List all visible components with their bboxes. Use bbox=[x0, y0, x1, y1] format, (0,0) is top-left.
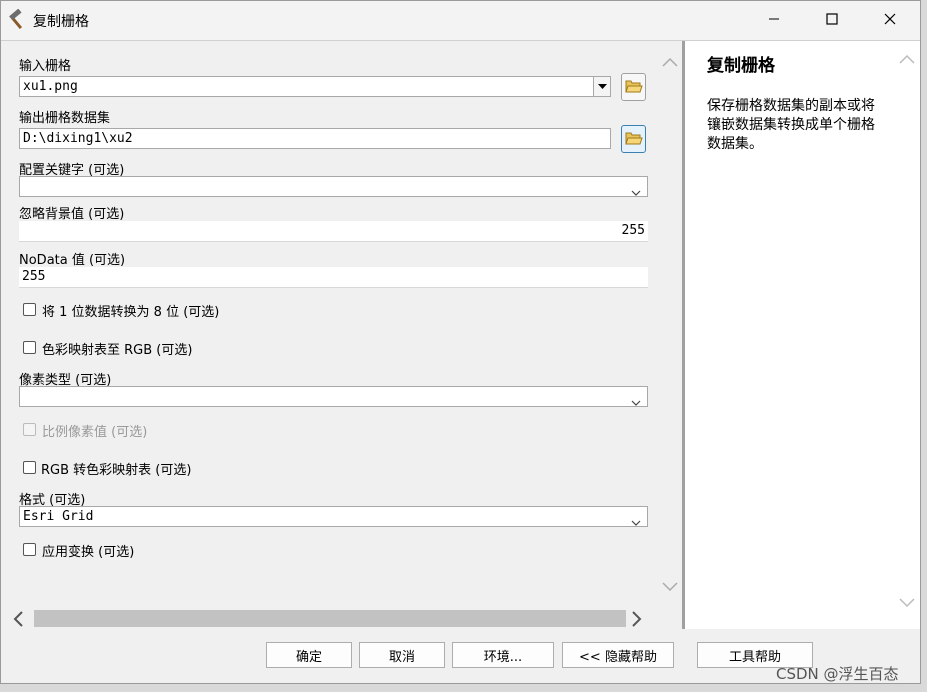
minimize-icon bbox=[768, 13, 780, 29]
scroll-right-icon[interactable] bbox=[632, 611, 642, 631]
watermark: CSDN @浮生百态 bbox=[776, 665, 899, 683]
input-raster-label: 输入栅格 bbox=[19, 59, 72, 74]
format-select[interactable]: Esri Grid bbox=[19, 506, 648, 527]
horizontal-scroll-thumb[interactable] bbox=[34, 610, 626, 627]
dialog-window: 复制栅格 输入栅格 xu1.png 输出栅格数据集 D:\dixing1\xu2… bbox=[0, 0, 921, 684]
nodata-label: NoData 值 (可选) bbox=[19, 253, 126, 268]
scroll-down-icon[interactable] bbox=[899, 597, 915, 612]
hammer-icon bbox=[6, 8, 28, 31]
output-dataset-input[interactable]: D:\dixing1\xu2 bbox=[19, 128, 611, 149]
close-icon bbox=[884, 13, 896, 29]
scale-pixel-label: 比例像素值 (可选) bbox=[42, 425, 148, 440]
help-pane: 复制栅格 保存栅格数据集的副本或将镶嵌数据集转换成单个栅格数据集。 bbox=[685, 41, 920, 629]
ignore-background-input[interactable]: 255 bbox=[19, 221, 648, 242]
input-raster-browse-button[interactable] bbox=[621, 73, 646, 101]
pixel-type-select[interactable] bbox=[19, 386, 648, 407]
scroll-left-icon[interactable] bbox=[13, 611, 23, 631]
input-raster-combo[interactable]: xu1.png bbox=[19, 76, 611, 97]
scroll-up-icon[interactable] bbox=[662, 56, 678, 71]
chevron-down-icon bbox=[631, 513, 641, 526]
vertical-scrollbar[interactable] bbox=[659, 41, 681, 606]
close-button[interactable] bbox=[861, 1, 919, 40]
folder-icon bbox=[624, 130, 643, 149]
apply-transform-checkbox[interactable] bbox=[23, 543, 36, 556]
ignore-background-label: 忽略背景值 (可选) bbox=[19, 207, 125, 222]
output-dataset-browse-button[interactable] bbox=[621, 125, 646, 153]
output-dataset-label: 输出栅格数据集 bbox=[19, 111, 111, 126]
input-raster-value: xu1.png bbox=[23, 79, 78, 94]
maximize-icon bbox=[826, 12, 838, 29]
chevron-down-icon bbox=[631, 183, 641, 196]
convert-1bit-label: 将 1 位数据转换为 8 位 (可选) bbox=[42, 305, 220, 320]
folder-icon bbox=[624, 78, 643, 97]
ok-button[interactable]: 确定 bbox=[266, 642, 352, 668]
scroll-up-icon[interactable] bbox=[899, 53, 915, 68]
title-bar: 复制栅格 bbox=[1, 1, 920, 41]
dropdown-arrow-icon[interactable] bbox=[593, 77, 610, 96]
rgb-to-colormap-label: RGB 转色彩映射表 (可选) bbox=[41, 463, 192, 478]
parameters-pane: 输入栅格 xu1.png 输出栅格数据集 D:\dixing1\xu2 配置关键… bbox=[1, 41, 681, 629]
window-title: 复制栅格 bbox=[33, 14, 89, 30]
config-keyword-select[interactable] bbox=[19, 176, 648, 197]
rgb-to-colormap-checkbox[interactable] bbox=[23, 461, 36, 474]
nodata-input[interactable]: 255 bbox=[19, 267, 648, 288]
apply-transform-label: 应用变换 (可选) bbox=[42, 545, 135, 560]
cancel-button[interactable]: 取消 bbox=[359, 642, 445, 668]
maximize-button[interactable] bbox=[803, 1, 861, 40]
scroll-down-icon[interactable] bbox=[662, 581, 678, 596]
minimize-button[interactable] bbox=[745, 1, 803, 40]
hide-help-button[interactable]: << 隐藏帮助 bbox=[562, 642, 674, 668]
colormap-to-rgb-label: 色彩映射表至 RGB (可选) bbox=[42, 343, 193, 358]
convert-1bit-checkbox[interactable] bbox=[23, 303, 36, 316]
help-title: 复制栅格 bbox=[707, 56, 775, 76]
environments-button[interactable]: 环境... bbox=[452, 642, 554, 668]
colormap-to-rgb-checkbox[interactable] bbox=[23, 341, 36, 354]
format-value: Esri Grid bbox=[23, 509, 94, 524]
chevron-down-icon bbox=[631, 393, 641, 406]
horizontal-scrollbar[interactable] bbox=[9, 608, 649, 630]
help-text: 保存栅格数据集的副本或将镶嵌数据集转换成单个栅格数据集。 bbox=[707, 98, 875, 152]
scale-pixel-checkbox bbox=[23, 423, 36, 436]
